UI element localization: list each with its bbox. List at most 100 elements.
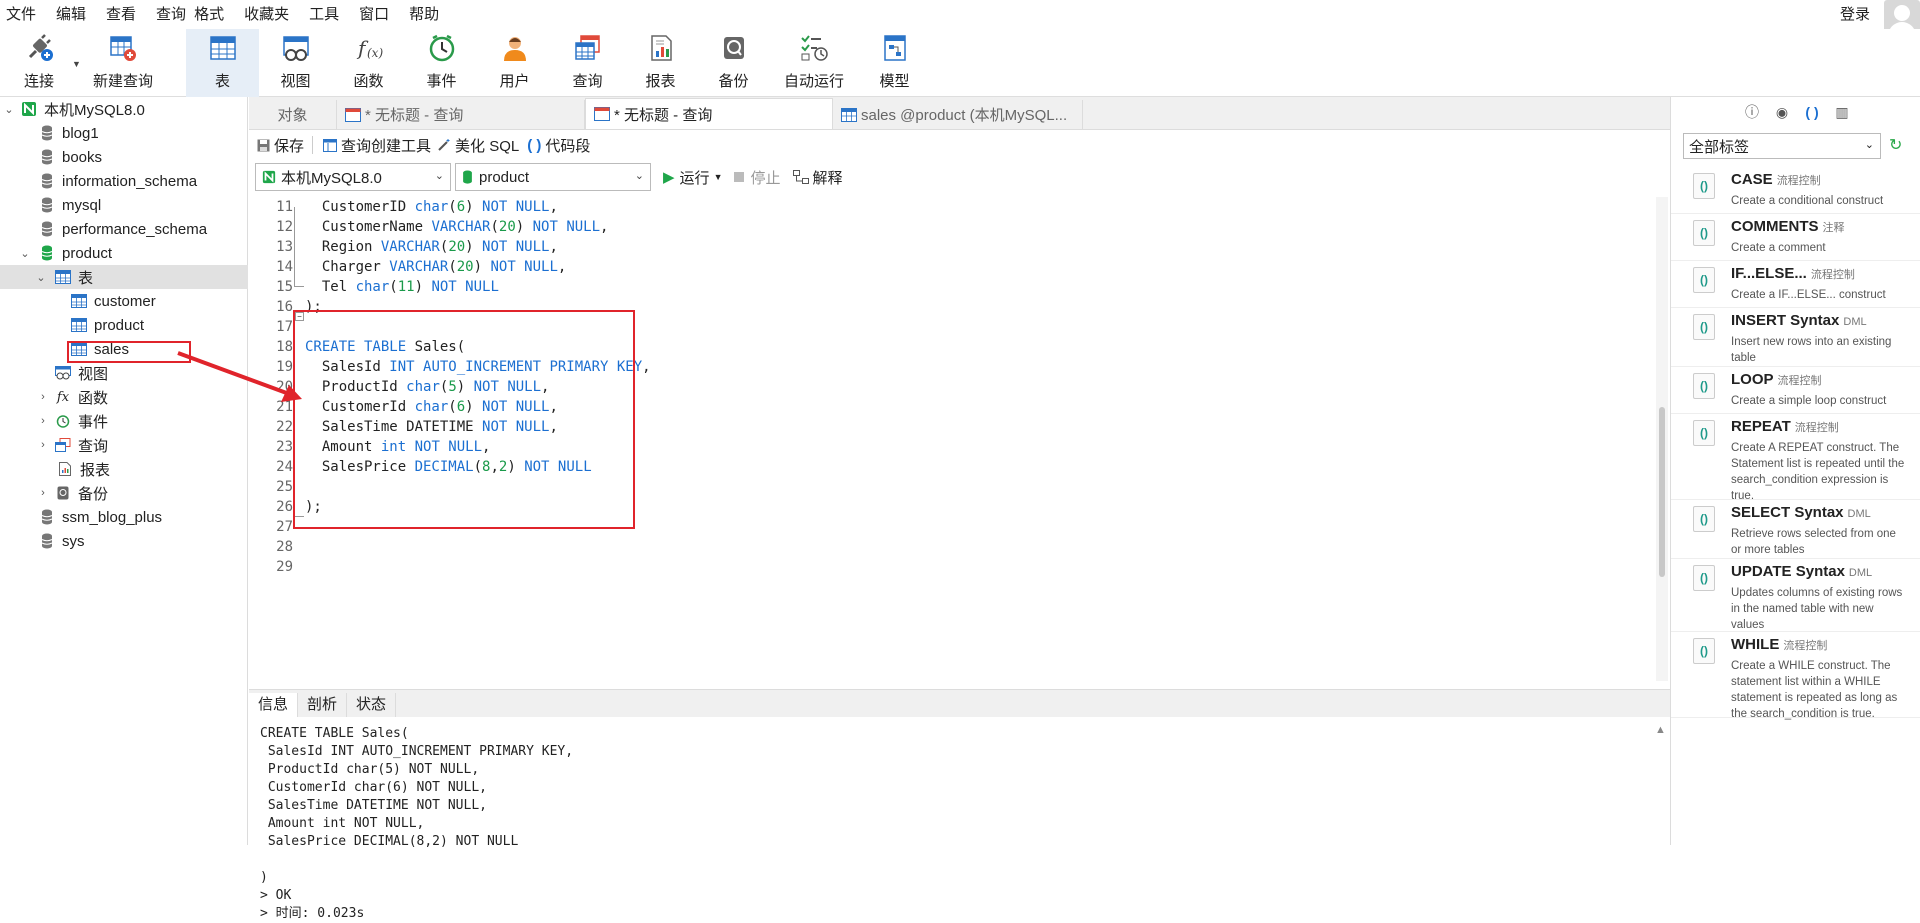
scroll-up-icon[interactable]: ▲ <box>1655 724 1666 736</box>
tree-db-books[interactable]: books <box>0 145 248 169</box>
menu-tools[interactable]: 工具 <box>299 0 349 29</box>
menu-file[interactable]: 文件 <box>0 0 46 29</box>
snippet-item[interactable]: () INSERT Syntax DML Insert new rows into a… <box>1671 308 1920 367</box>
tab-sales-table[interactable]: sales @product (本机MySQL... <box>833 100 1083 129</box>
stop-button[interactable]: 停止 <box>734 167 781 188</box>
tree-db-ssm-blog-plus[interactable]: ssm_blog_plus <box>0 505 248 529</box>
explain-button[interactable]: 解释 <box>792 167 843 188</box>
tag-filter-select[interactable]: 全部标签 ⌄ <box>1683 133 1881 159</box>
snippet-item[interactable]: () SELECT Syntax DML Retrieve rows selected… <box>1671 500 1920 559</box>
tab-profile[interactable]: 剖析 <box>298 693 348 717</box>
new-query-icon <box>110 36 136 61</box>
backup-icon <box>723 37 744 59</box>
view-button[interactable]: 视图 <box>259 29 332 97</box>
tree-connection[interactable]: ⌄ 本机MySQL8.0 <box>0 97 248 121</box>
database-icon <box>38 532 56 550</box>
tree-functions-group[interactable]: › fx 函数 <box>0 385 248 409</box>
event-button[interactable]: 事件 <box>405 29 478 97</box>
tab-label: sales @product (本机MySQL... <box>861 107 1068 124</box>
tree-table-customer[interactable]: customer <box>0 289 248 313</box>
code-snippet-icon[interactable]: ( ) <box>1803 104 1821 120</box>
info-icon[interactable]: ⓘ <box>1743 102 1761 122</box>
new-query-button[interactable]: 新建查询 <box>78 29 168 97</box>
chevron-right-icon[interactable]: › <box>36 487 50 499</box>
chevron-right-icon[interactable]: › <box>36 415 50 427</box>
message-output: CREATE TABLE Sales( SalesId INT AUTO_INC… <box>260 726 574 921</box>
tree-db-blog1[interactable]: blog1 <box>0 121 248 145</box>
tree-db-performance-schema[interactable]: performance_schema <box>0 217 248 241</box>
tab-status[interactable]: 状态 <box>347 693 397 717</box>
eye-icon[interactable]: ◉ <box>1773 104 1791 121</box>
menu-window[interactable]: 窗口 <box>349 0 399 29</box>
connection-select[interactable]: 本机MySQL8.0 ⌄ <box>255 163 451 191</box>
snippet-item[interactable]: () COMMENTS 注释 Create a comment <box>1671 214 1920 261</box>
snippet-item[interactable]: () REPEAT 流程控制 Create A REPEAT construct. T… <box>1671 414 1920 502</box>
menu-query[interactable]: 查询 <box>146 0 188 29</box>
menu-favorites[interactable]: 收藏夹 <box>234 0 299 29</box>
new-query-label: 新建查询 <box>92 73 153 90</box>
database-select[interactable]: product ⌄ <box>455 163 651 191</box>
snippet-description: Updates columns of existing rows in the … <box>1731 587 1903 631</box>
report-icon <box>650 35 672 61</box>
backup-button[interactable]: 备份 <box>697 29 770 97</box>
report-button[interactable]: 报表 <box>624 29 697 97</box>
tree-db-mysql[interactable]: mysql <box>0 193 248 217</box>
tree-views-group[interactable]: 视图 <box>0 361 248 385</box>
layout-icon[interactable]: ▥ <box>1833 104 1851 121</box>
chevron-right-icon[interactable]: › <box>36 391 50 403</box>
snippet-icon: () <box>1693 373 1715 399</box>
snippet-item[interactable]: () CASE 流程控制 Create a conditional construct <box>1671 167 1920 214</box>
stop-label: 停止 <box>750 169 781 187</box>
menu-format[interactable]: 格式 <box>188 0 234 29</box>
beautify-sql-button[interactable]: 美化 SQL <box>437 135 519 156</box>
tree-tables-group[interactable]: ⌄ 表 <box>0 265 248 289</box>
refresh-icon[interactable]: ↻ <box>1889 135 1902 155</box>
query-button[interactable]: 查询 <box>551 29 624 97</box>
function-button[interactable]: f (x) 函数 <box>332 29 405 97</box>
snippet-title: COMMENTS 注释 <box>1731 218 1845 235</box>
tree-db-product[interactable]: ⌄ product <box>0 241 248 265</box>
sql-editor[interactable]: 11 12 13 14 15 16 17 18 19 20 21 22 23 24 25 26 27 28 29 −… <box>249 197 1653 681</box>
scrollbar-thumb[interactable] <box>1659 407 1665 577</box>
snippet-item[interactable]: () UPDATE Syntax DML Updates columns of exi… <box>1671 559 1920 632</box>
query-builder-button[interactable]: 查询创建工具 <box>323 135 431 156</box>
menu-edit[interactable]: 编辑 <box>46 0 96 29</box>
tree-backups-group[interactable]: › 备份 <box>0 481 248 505</box>
chevron-down-icon[interactable]: ⌄ <box>18 247 32 260</box>
tree-db-sys[interactable]: sys <box>0 529 248 553</box>
connect-button[interactable]: 连接 ▼ <box>0 29 81 97</box>
user-button[interactable]: 用户 <box>478 29 551 97</box>
tab-untitled-query-1[interactable]: * 无标题 - 查询 <box>337 100 585 129</box>
code-token: ) <box>414 279 432 295</box>
tab-objects[interactable]: 对象 <box>249 100 337 129</box>
menu-help[interactable]: 帮助 <box>399 0 449 29</box>
editor-scrollbar[interactable] <box>1656 197 1668 681</box>
tree-reports-group[interactable]: 报表 <box>0 457 248 481</box>
snippet-item[interactable]: () WHILE 流程控制 Create a WHILE construct. The… <box>1671 632 1920 720</box>
connection-icon <box>262 170 276 184</box>
navigator-panel: ⌄ 本机MySQL8.0 blog1 books information_sch… <box>0 97 248 845</box>
auto-run-button[interactable]: 自动运行 <box>770 29 858 97</box>
tab-untitled-query-2[interactable]: * 无标题 - 查询 <box>585 98 833 129</box>
line-number: 28 <box>276 539 293 555</box>
snippet-item[interactable]: () IF...ELSE... 流程控制 Create a IF...ELSE... … <box>1671 261 1920 308</box>
menu-view[interactable]: 查看 <box>96 0 146 29</box>
run-button[interactable]: ▶ 运行 ▼ <box>663 167 722 188</box>
tree-table-product[interactable]: product <box>0 313 248 337</box>
chevron-down-icon[interactable]: ▼ <box>714 172 723 182</box>
query-icon <box>574 35 600 60</box>
save-button[interactable]: 保存 <box>257 135 304 156</box>
model-button[interactable]: 模型 <box>858 29 931 97</box>
tree-db-information-schema[interactable]: information_schema <box>0 169 248 193</box>
tab-info[interactable]: 信息 <box>249 693 299 717</box>
chevron-down-icon[interactable]: ⌄ <box>34 271 48 284</box>
code-snippet-button[interactable]: ( ) 代码段 <box>527 135 590 156</box>
snippet-item[interactable]: () LOOP 流程控制 Create a simple loop construct <box>1671 367 1920 414</box>
tree-queries-group[interactable]: › 查询 <box>0 433 248 457</box>
login-link[interactable]: 登录 <box>1840 0 1870 29</box>
chevron-right-icon[interactable]: › <box>36 439 50 451</box>
chevron-down-icon[interactable]: ⌄ <box>2 103 16 116</box>
line-number: 15 <box>276 279 293 295</box>
table-button[interactable]: 表 <box>186 29 259 97</box>
tree-events-group[interactable]: › 事件 <box>0 409 248 433</box>
